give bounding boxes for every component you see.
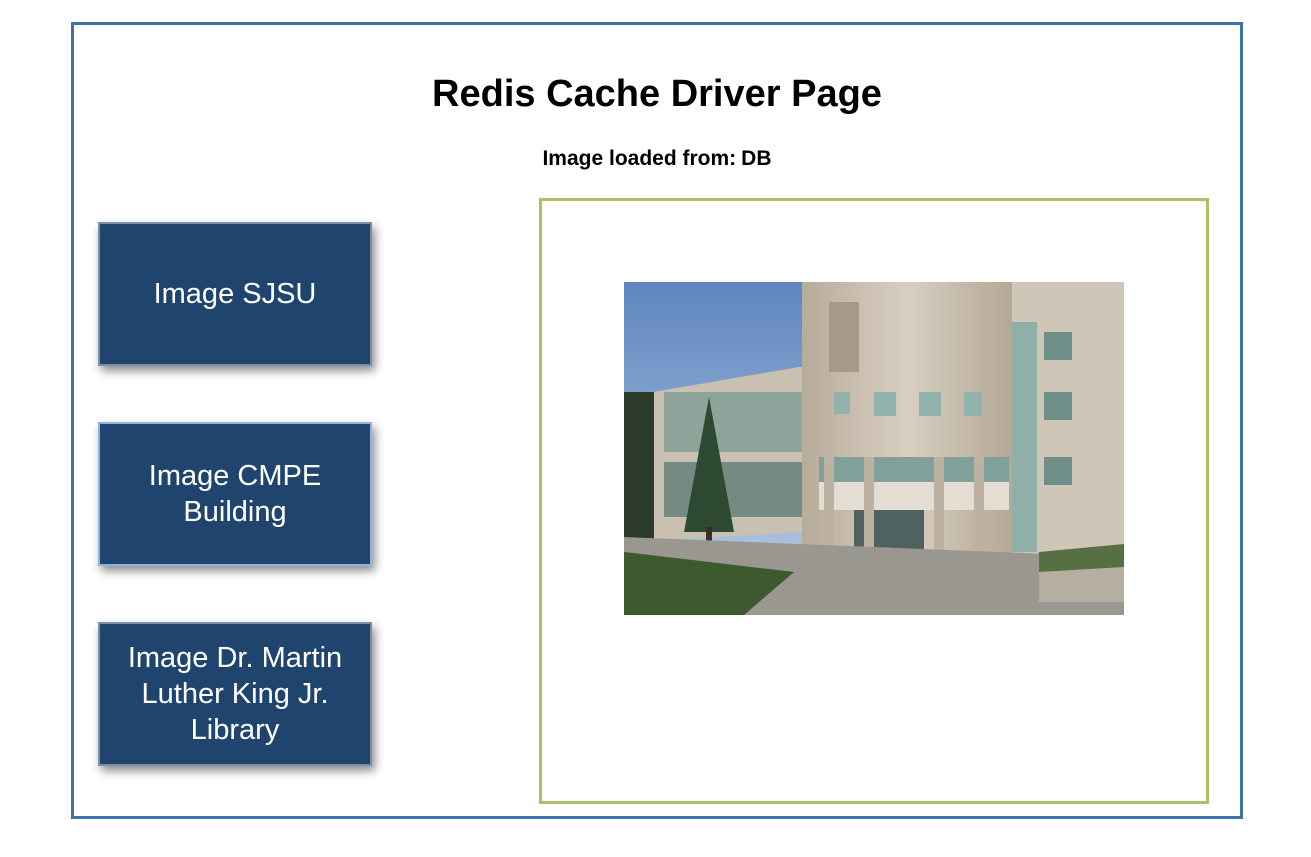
image-viewer-panel xyxy=(539,198,1209,804)
main-frame: Redis Cache Driver Page Image loaded fro… xyxy=(71,22,1243,819)
image-source-label: Image loaded from: xyxy=(542,147,737,170)
image-source-line: Image loaded from: DB xyxy=(74,147,1240,171)
image-cmpe-building-button[interactable]: Image CMPE Building xyxy=(98,422,372,566)
page-title: Redis Cache Driver Page xyxy=(432,73,882,115)
image-source-value: DB xyxy=(741,147,772,170)
image-mlk-library-button[interactable]: Image Dr. Martin Luther King Jr. Library xyxy=(98,622,372,766)
building-photo-graphic xyxy=(624,282,1124,615)
building-photo xyxy=(624,282,1124,615)
image-sjsu-button[interactable]: Image SJSU xyxy=(98,222,372,366)
